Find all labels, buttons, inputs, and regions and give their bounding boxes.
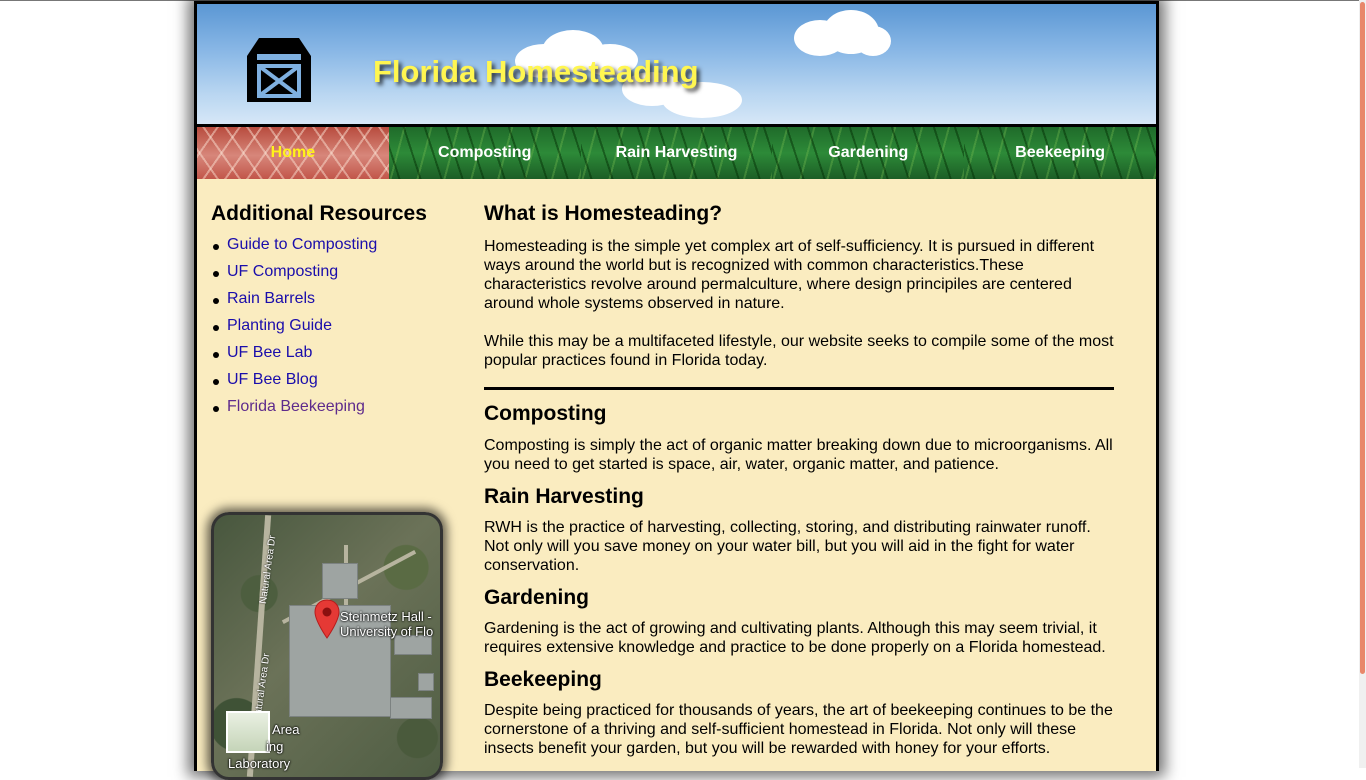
- section-text-beekeeping: Despite being practiced for thousands of…: [484, 702, 1113, 757]
- list-item: UF Bee Blog: [211, 371, 451, 398]
- map-area-label: Area ing Laboratory: [226, 721, 299, 772]
- list-item: Guide to Composting: [211, 236, 451, 263]
- scrollbar-thumb[interactable]: [1360, 2, 1365, 674]
- intro-paragraph: Homesteading is the simple yet complex a…: [484, 238, 1095, 312]
- link-florida-beekeeping[interactable]: Florida Beekeeping: [227, 398, 365, 415]
- list-item: Rain Barrels: [211, 290, 451, 317]
- nav-composting[interactable]: Composting: [388, 127, 581, 179]
- map-area-label-line: ing: [266, 739, 284, 754]
- map-pin-icon: [314, 599, 340, 639]
- link-uf-composting[interactable]: UF Composting: [227, 263, 338, 280]
- site-header: Florida Homesteading: [197, 4, 1156, 127]
- page-container: Florida Homesteading Home Composting Rai…: [194, 1, 1159, 780]
- section-heading-rain-harvesting: Rain Harvesting: [484, 485, 644, 508]
- map-area-label-line: Area: [272, 722, 300, 737]
- map-place-label-line: University of Flo: [340, 624, 434, 639]
- section-text-gardening: Gardening is the act of growing and cult…: [484, 620, 1106, 656]
- scrollbar[interactable]: [1359, 0, 1366, 768]
- map-area-label-line: Laboratory: [228, 756, 291, 771]
- link-guide-to-composting[interactable]: Guide to Composting: [227, 236, 377, 253]
- section-heading-beekeeping: Beekeeping: [484, 668, 602, 691]
- site-title: Florida Homesteading: [373, 54, 699, 89]
- cloud: [855, 26, 891, 56]
- section-heading-gardening: Gardening: [484, 586, 590, 609]
- list-item: UF Composting: [211, 263, 451, 290]
- section-divider: [484, 387, 1114, 390]
- link-uf-bee-blog[interactable]: UF Bee Blog: [227, 371, 318, 388]
- intro-paragraph: While this may be a multifaceted lifesty…: [484, 333, 1114, 369]
- nav-rain-harvesting[interactable]: Rain Harvesting: [580, 127, 773, 179]
- section-text-rain-harvesting: RWH is the practice of harvesting, colle…: [484, 519, 1091, 574]
- link-rain-barrels[interactable]: Rain Barrels: [227, 290, 315, 307]
- map-building: [418, 673, 434, 691]
- sidebar: Additional Resources Guide to Composting…: [211, 202, 451, 425]
- main-nav: Home Composting Rain Harvesting Gardenin…: [197, 127, 1156, 179]
- list-item: UF Bee Lab: [211, 344, 451, 371]
- map-building: [322, 563, 358, 599]
- section-text-composting: Composting is simply the act of organic …: [484, 437, 1113, 473]
- link-uf-bee-lab[interactable]: UF Bee Lab: [227, 344, 312, 361]
- nav-gardening[interactable]: Gardening: [772, 127, 965, 179]
- map-place-label: Steinmetz Hall - University of Flo: [340, 609, 433, 639]
- section-heading-composting: Composting: [484, 402, 607, 425]
- resource-list: Guide to Composting UF Composting Rain B…: [211, 236, 451, 425]
- barn-icon: [247, 38, 311, 102]
- intro-heading: What is Homesteading?: [484, 202, 723, 225]
- link-planting-guide[interactable]: Planting Guide: [227, 317, 332, 334]
- list-item: Florida Beekeeping: [211, 398, 451, 425]
- main-content: What is Homesteading? Homesteading is th…: [484, 202, 1114, 758]
- nav-home[interactable]: Home: [197, 127, 389, 179]
- map-embed[interactable]: Natural Area Dr Natural Area Dr Steinmet…: [211, 512, 443, 780]
- sidebar-heading: Additional Resources: [211, 202, 427, 225]
- map-building: [390, 697, 432, 719]
- list-item: Planting Guide: [211, 317, 451, 344]
- map-place-label-line: Steinmetz Hall -: [340, 609, 432, 624]
- nav-beekeeping[interactable]: Beekeeping: [964, 127, 1156, 179]
